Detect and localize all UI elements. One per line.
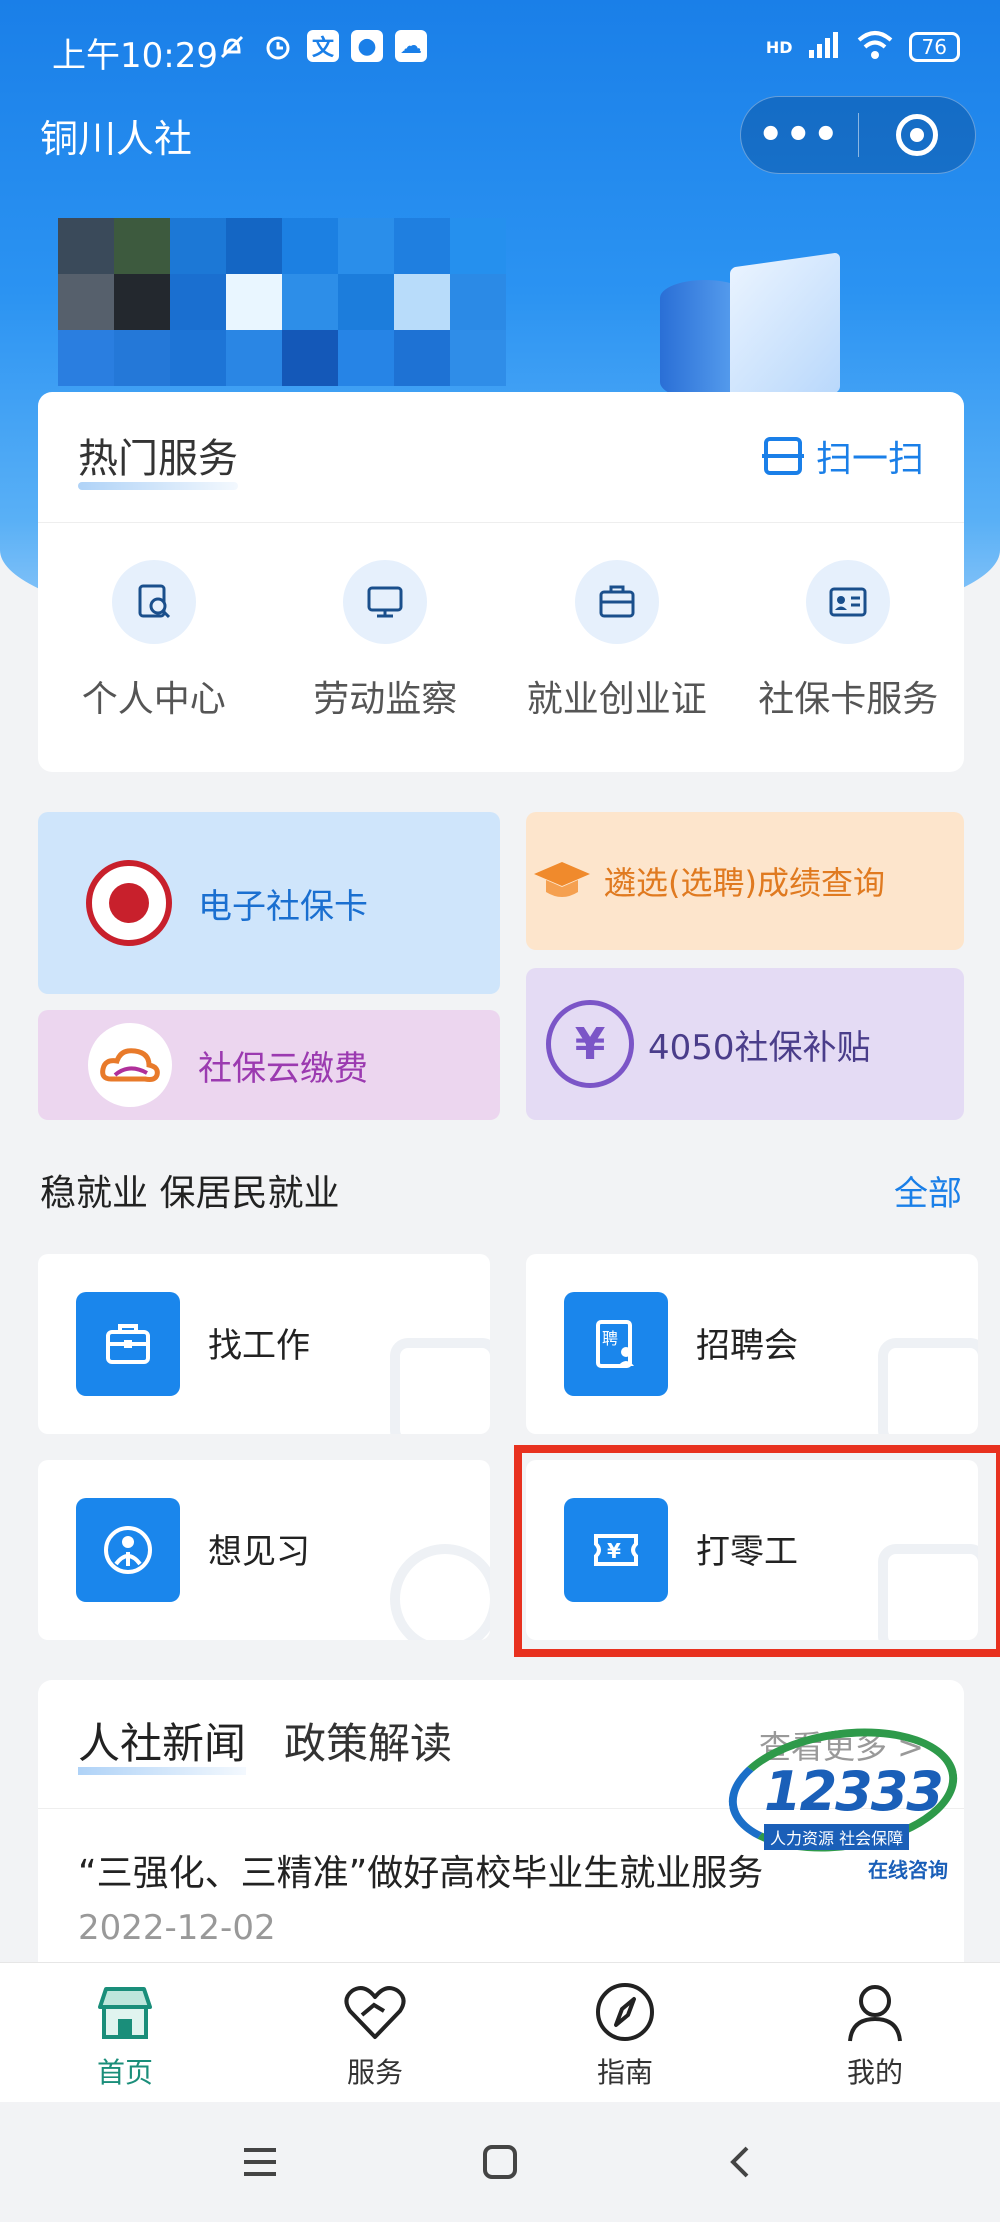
subsidy-label: 4050社保补贴 bbox=[648, 1027, 871, 1068]
hotline-strip: 人力资源 社会保障 bbox=[764, 1824, 910, 1850]
mute-icon bbox=[215, 30, 249, 64]
ecard-tile[interactable]: 电子社保卡 bbox=[38, 812, 500, 994]
menu-icon bbox=[244, 2148, 276, 2176]
subsidy-4050-tile[interactable]: ¥ 4050社保补贴 bbox=[526, 968, 964, 1120]
exam-results-label: 遴选(选聘)成绩查询 bbox=[604, 864, 885, 902]
monitor-icon bbox=[367, 586, 403, 618]
alarm-icon bbox=[261, 30, 295, 64]
status-bar: 上午10:29 文 ● ☁ HD 76 bbox=[0, 0, 1000, 100]
scan-icon bbox=[761, 437, 804, 475]
user-icon bbox=[848, 1985, 902, 2042]
graduation-cap-icon bbox=[532, 851, 592, 911]
menu-nav-button[interactable] bbox=[235, 2137, 285, 2187]
employment-section-title: 稳就业 保居民就业 bbox=[40, 1173, 340, 1214]
recruit-icon: 聘 bbox=[596, 1320, 634, 1368]
exam-results-tile[interactable]: 遴选(选聘)成绩查询 bbox=[526, 812, 964, 950]
person-icon bbox=[104, 1526, 152, 1574]
view-all-link[interactable]: 全部 bbox=[894, 1166, 962, 1215]
scan-label: 扫一扫 bbox=[815, 439, 924, 480]
svg-text:聘: 聘 bbox=[602, 1329, 618, 1348]
news-headline[interactable]: “三强化、三精准”做好高校毕业生就业服务 bbox=[78, 1844, 763, 1896]
chat-app-icon: ● bbox=[351, 30, 383, 62]
hotline-online-consult: 在线咨询 bbox=[868, 1858, 948, 1882]
decorative-document-graphic bbox=[730, 252, 840, 408]
cloud-payment-label: 社保云缴费 bbox=[198, 1048, 368, 1089]
news-date: 2022-12-02 bbox=[78, 1908, 276, 1948]
square-home-icon bbox=[483, 2145, 517, 2179]
hotline-12333-button[interactable]: 12333 人力资源 社会保障 在线咨询 bbox=[720, 1714, 966, 1890]
close-miniprogram-button[interactable] bbox=[859, 114, 976, 156]
home-nav-button[interactable] bbox=[475, 2137, 525, 2187]
hotline-number: 12333 bbox=[764, 1760, 944, 1823]
tab-guide[interactable]: 指南 bbox=[500, 1963, 750, 2102]
ecard-label: 电子社保卡 bbox=[198, 886, 368, 927]
service-social-card[interactable]: 社保卡服务 bbox=[733, 560, 965, 722]
back-chevron-icon bbox=[730, 2146, 749, 2178]
service-personal-center[interactable]: 个人中心 bbox=[38, 560, 270, 722]
briefcase-icon bbox=[599, 585, 635, 618]
cloud-payment-tile[interactable]: 社保云缴费 bbox=[38, 1010, 500, 1120]
more-options-button[interactable]: ••• bbox=[741, 112, 858, 158]
highlight-box bbox=[514, 1445, 1000, 1657]
page-title: 铜川人社 bbox=[40, 117, 193, 161]
system-navigation-bar bbox=[0, 2102, 1000, 2222]
status-time: 上午10:29 bbox=[52, 36, 218, 76]
internship-card[interactable]: 想见习 bbox=[38, 1460, 490, 1640]
tab-hr-news[interactable]: 人社新闻 bbox=[78, 1710, 247, 1775]
wifi-icon bbox=[855, 30, 895, 64]
profile-search-icon bbox=[138, 584, 170, 619]
hot-services-card: 热门服务 扫一扫 个人中心 劳动监察 就业创业证 社保卡服务 bbox=[38, 392, 964, 772]
toolbox-icon bbox=[106, 1324, 150, 1364]
social-security-logo-icon bbox=[86, 860, 172, 946]
id-card-icon bbox=[829, 587, 867, 617]
text-app-icon: 文 bbox=[307, 30, 339, 62]
close-target-icon bbox=[895, 114, 938, 156]
job-fair-card[interactable]: 聘 招聘会 bbox=[526, 1254, 978, 1434]
cloud-pay-icon bbox=[88, 1023, 172, 1107]
hot-services-title: 热门服务 bbox=[78, 426, 238, 490]
back-nav-button[interactable] bbox=[715, 2137, 765, 2187]
find-job-card[interactable]: 找工作 bbox=[38, 1254, 490, 1434]
tab-services[interactable]: 服务 bbox=[250, 1963, 500, 2102]
tab-home[interactable]: 首页 bbox=[0, 1963, 250, 2102]
service-labor-inspection[interactable]: 劳动监察 bbox=[270, 560, 502, 722]
tab-policy-interpretation[interactable]: 政策解读 bbox=[284, 1710, 452, 1771]
heart-icon bbox=[344, 1986, 406, 2039]
battery-indicator: 76 bbox=[908, 32, 960, 62]
home-icon bbox=[98, 1987, 152, 2039]
compass-icon bbox=[596, 1983, 654, 2041]
signal-icon bbox=[807, 30, 841, 64]
network-label: HD bbox=[765, 37, 793, 57]
scan-button[interactable]: 扫一扫 bbox=[761, 430, 924, 482]
service-employment-certificate[interactable]: 就业创业证 bbox=[501, 560, 733, 722]
miniprogram-capsule: ••• bbox=[740, 96, 976, 174]
bottom-tab-bar: 首页 服务 指南 我的 bbox=[0, 1962, 1000, 2102]
tab-profile[interactable]: 我的 bbox=[750, 1963, 1000, 2102]
cloud-app-icon: ☁ bbox=[395, 30, 427, 62]
blurred-banner-image bbox=[58, 218, 506, 386]
yen-subsidy-icon: ¥ bbox=[546, 1000, 634, 1088]
